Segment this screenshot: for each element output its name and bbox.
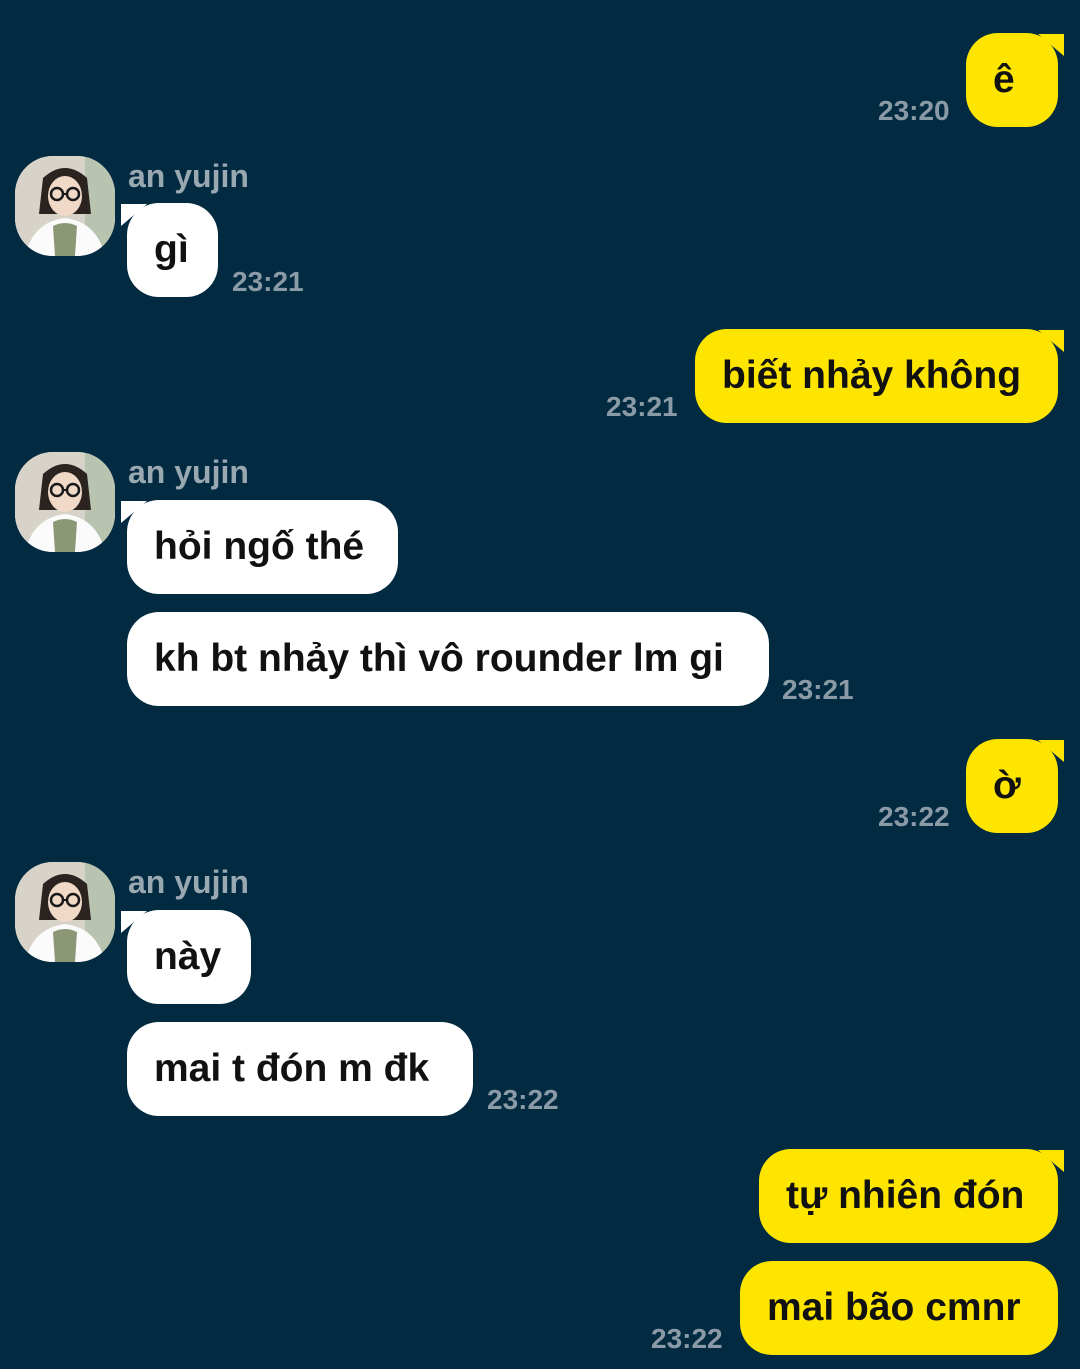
- chat-message-list[interactable]: 23:20 ê an yujin gì 23:21 23:21 biết nhả…: [0, 0, 1080, 1369]
- bubble-tail: [1038, 740, 1064, 762]
- bubble-tail: [1038, 34, 1064, 56]
- message-timestamp: 23:22: [651, 1323, 723, 1354]
- bubble-tail: [121, 911, 147, 933]
- message-timestamp: 23:21: [782, 674, 854, 705]
- contact-avatar[interactable]: [15, 452, 115, 552]
- outgoing-message-bubble[interactable]: biết nhảy không: [695, 329, 1058, 423]
- bubble-tail: [1038, 1150, 1064, 1172]
- avatar-photo-icon: [15, 156, 115, 256]
- message-timestamp: 23:21: [232, 266, 304, 297]
- outgoing-message-bubble[interactable]: tự nhiên đón: [759, 1149, 1058, 1243]
- incoming-message-bubble[interactable]: mai t đón m đk: [127, 1022, 473, 1116]
- incoming-message-bubble[interactable]: kh bt nhảy thì vô rounder lm gi: [127, 612, 769, 706]
- message-timestamp: 23:21: [606, 391, 678, 422]
- bubble-tail: [121, 204, 147, 226]
- sender-name: an yujin: [128, 454, 249, 490]
- sender-name: an yujin: [128, 158, 249, 194]
- avatar-photo-icon: [15, 452, 115, 552]
- incoming-message-bubble[interactable]: hỏi ngố thé: [127, 500, 398, 594]
- bubble-tail: [1038, 330, 1064, 352]
- contact-avatar[interactable]: [15, 156, 115, 256]
- sender-name: an yujin: [128, 864, 249, 900]
- message-timestamp: 23:20: [878, 95, 950, 126]
- message-timestamp: 23:22: [487, 1084, 559, 1115]
- outgoing-message-bubble[interactable]: mai bão cmnr: [740, 1261, 1058, 1355]
- avatar-photo-icon: [15, 862, 115, 962]
- contact-avatar[interactable]: [15, 862, 115, 962]
- message-timestamp: 23:22: [878, 801, 950, 832]
- bubble-tail: [121, 501, 147, 523]
